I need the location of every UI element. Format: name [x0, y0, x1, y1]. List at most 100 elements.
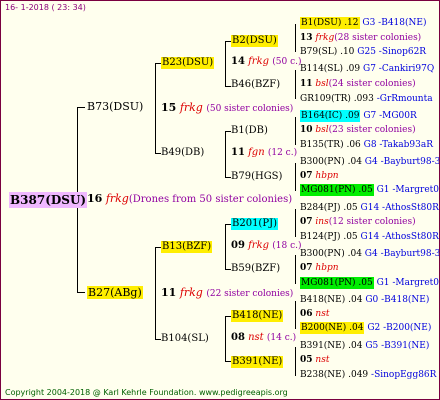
g4-queen-6: B135(TR) .06 — [300, 140, 361, 150]
g4-row-1[interactable]: B1(DSU) .12 G3 -B418(NE) — [300, 17, 427, 29]
g4-queen-4: GR109(TR) .093 — [300, 94, 374, 104]
g4-line-8: G1 -Margret04R — [376, 185, 440, 195]
g3-info-1: 13 frkg(28 sister colonies) — [300, 34, 421, 43]
g4-line-2: G25 -Sinop62R — [357, 47, 427, 57]
g3-info-4: 07 hbpn — [300, 172, 339, 181]
root-tag: frkg — [105, 192, 129, 205]
g4-bracket-7 — [295, 301, 296, 329]
g1-note-2: (22 sister colonies) — [206, 289, 294, 299]
g1-note-1: (50 sister colonies) — [206, 104, 294, 114]
g4-queen-10: B124(PJ) .05 — [300, 232, 358, 242]
g3-num-7: 06 — [300, 309, 313, 319]
g4-row-6[interactable]: B135(TR) .06 G8 -Takab93aR — [300, 141, 433, 150]
g2-tag-2: fgn — [248, 147, 265, 158]
root-queen[interactable]: B387(DSU) — [9, 192, 88, 208]
g2-note-4: (14 c.) — [266, 333, 297, 343]
g1-tag-1: frkg — [179, 101, 203, 114]
g3-tag-8: nst — [315, 355, 330, 365]
g4-line-6: G8 -Takab93aR — [363, 140, 433, 150]
g2-queen-3[interactable]: B13(BZF) — [161, 241, 213, 253]
root-info: 16 frkg(Drones from 50 sister colonies) — [87, 193, 292, 205]
g4-queen-7: B300(PN) .04 — [300, 157, 362, 167]
g2-info-3: 09 frkg (18 c.) — [231, 241, 302, 251]
g3-info-8: 05 nst — [300, 356, 329, 365]
g3-info-5: 07 ins(12 sister colonies) — [300, 218, 416, 227]
g2-num-3: 09 — [231, 240, 245, 251]
g3-info-6: 07 hbpn — [300, 264, 339, 273]
g4-queen-16: B238(NE) .049 — [300, 370, 369, 380]
g4-row-10[interactable]: B124(PJ) .05 G14 -AthosSt80R — [300, 233, 439, 242]
g3-queen-4[interactable]: B79(HGS) — [231, 172, 282, 182]
g1-queen-1[interactable]: B73(DSU) — [87, 101, 143, 112]
g3-queen-5[interactable]: B201(PJ) — [231, 218, 278, 230]
g3-tag-2: bsl — [315, 79, 329, 89]
g4-bracket-5 — [295, 209, 296, 237]
g4-line-10: G14 -AthosSt80R — [360, 232, 439, 242]
g4-line-3: G7 -Cankiri97Q — [363, 64, 435, 74]
g4-line-11: G4 -Bayburt98-3 — [364, 249, 440, 259]
g4-row-12[interactable]: MG081(PN) .05 G1 -Margret04R — [300, 277, 440, 289]
g4-row-9[interactable]: B284(PJ) .05 G14 -AthosSt80R — [300, 204, 439, 213]
g2-queen-2[interactable]: B49(DB) — [161, 148, 204, 158]
g3-note-1: (28 sister colonies) — [334, 33, 422, 43]
g4-line-9: G14 -AthosSt80R — [360, 203, 439, 213]
g4-queen-2: B79(SL) .10 — [300, 47, 355, 57]
g4-row-16[interactable]: B238(NE) .049 -SinopEgg86R — [300, 371, 436, 380]
g4-line-4: -GrRmounta — [376, 94, 433, 104]
g4-line-1: G3 -B418(NE) — [362, 18, 427, 28]
g1-info-1: 15 frkg (50 sister colonies) — [161, 102, 293, 114]
g4-line-7: G4 -Bayburt98-3 — [364, 157, 440, 167]
g3-note-3: (23 sister colonies) — [328, 125, 416, 135]
g3-tag-4: hbpn — [315, 171, 339, 181]
g4-line-13: G0 -B418(NE) — [365, 295, 430, 305]
g4-row-11[interactable]: B300(PN) .04 G4 -Bayburt98-3 — [300, 249, 440, 259]
g3-note-2: (24 sister colonies) — [328, 79, 416, 89]
g3-info-2: 11 bsl(24 sister colonies) — [300, 80, 416, 89]
g2-queen-4[interactable]: B104(SL) — [161, 334, 209, 344]
g4-queen-5: B164(IC) .09 — [300, 110, 361, 122]
b23-bracket — [225, 41, 226, 86]
g1-info-2: 11 frkg (22 sister colonies) — [161, 287, 293, 299]
g4-row-14[interactable]: B200(NE) .04 G2 -B200(NE) — [300, 322, 432, 334]
root-link-top — [77, 107, 85, 108]
g4-row-15[interactable]: B391(NE) .04 G5 -B391(NE) — [300, 342, 429, 351]
g1-queen-2[interactable]: B27(ABg) — [87, 286, 143, 299]
root-num: 16 — [87, 192, 103, 205]
pedigree-frame: 16- 1-2018 ( 23: 34) Copyright 2004-2018… — [0, 0, 440, 400]
g4-line-12: G1 -Margret04R — [376, 278, 440, 288]
g4-row-3[interactable]: B114(SL) .09 G7 -Cankiri97Q — [300, 65, 434, 74]
g3-queen-6[interactable]: B59(BZF) — [231, 264, 280, 274]
g4-row-8[interactable]: MG081(PN) .05 G1 -Margret04R — [300, 184, 440, 196]
g4-bracket-4 — [295, 163, 296, 191]
g3-tag-6: hbpn — [315, 263, 339, 273]
g4-line-5: G7 -MG00R — [363, 111, 417, 121]
root-link-bottom — [77, 292, 85, 293]
g2-note-1: (50 c.) — [272, 57, 302, 67]
g4-row-13[interactable]: B418(NE) .04 G0 -B418(NE) — [300, 296, 429, 305]
g4-row-5[interactable]: B164(IC) .09 G7 -MG00R — [300, 110, 417, 122]
g4-queen-9: B284(PJ) .05 — [300, 203, 358, 213]
g2-note-3: (18 c.) — [272, 241, 302, 251]
g4-row-2[interactable]: B79(SL) .10 G25 -Sinop62R — [300, 48, 426, 57]
g4-bracket-8 — [295, 347, 296, 376]
g3-queen-3[interactable]: B1(DB) — [231, 126, 268, 136]
g4-line-14: G2 -B200(NE) — [367, 323, 432, 333]
g3-queen-7[interactable]: B418(NE) — [231, 310, 284, 322]
g3-queen-8[interactable]: B391(NE) — [231, 356, 284, 368]
g3-note-5: (12 sister colonies) — [328, 217, 416, 227]
g2-info-2: 11 fgn (12 c.) — [231, 148, 297, 158]
g4-queen-1: B1(DSU) .12 — [300, 17, 360, 29]
b13-bracket — [225, 224, 226, 269]
g3-queen-1[interactable]: B2(DSU) — [231, 35, 278, 47]
g3-num-1: 13 — [300, 33, 313, 43]
g4-row-4[interactable]: GR109(TR) .093 -GrRmounta — [300, 95, 433, 104]
g3-queen-2[interactable]: B46(BZF) — [231, 80, 280, 90]
g4-queen-3: B114(SL) .09 — [300, 64, 361, 74]
g2-num-2: 11 — [231, 147, 245, 158]
g2-queen-1[interactable]: B23(DSU) — [161, 57, 215, 69]
g4-row-7[interactable]: B300(PN) .04 G4 -Bayburt98-3 — [300, 157, 440, 167]
b73-bracket — [155, 63, 156, 153]
g3-tag-1: frkg — [315, 33, 335, 43]
timestamp: 16- 1-2018 ( 23: 34) — [5, 3, 86, 12]
g4-bracket-1 — [295, 24, 296, 52]
